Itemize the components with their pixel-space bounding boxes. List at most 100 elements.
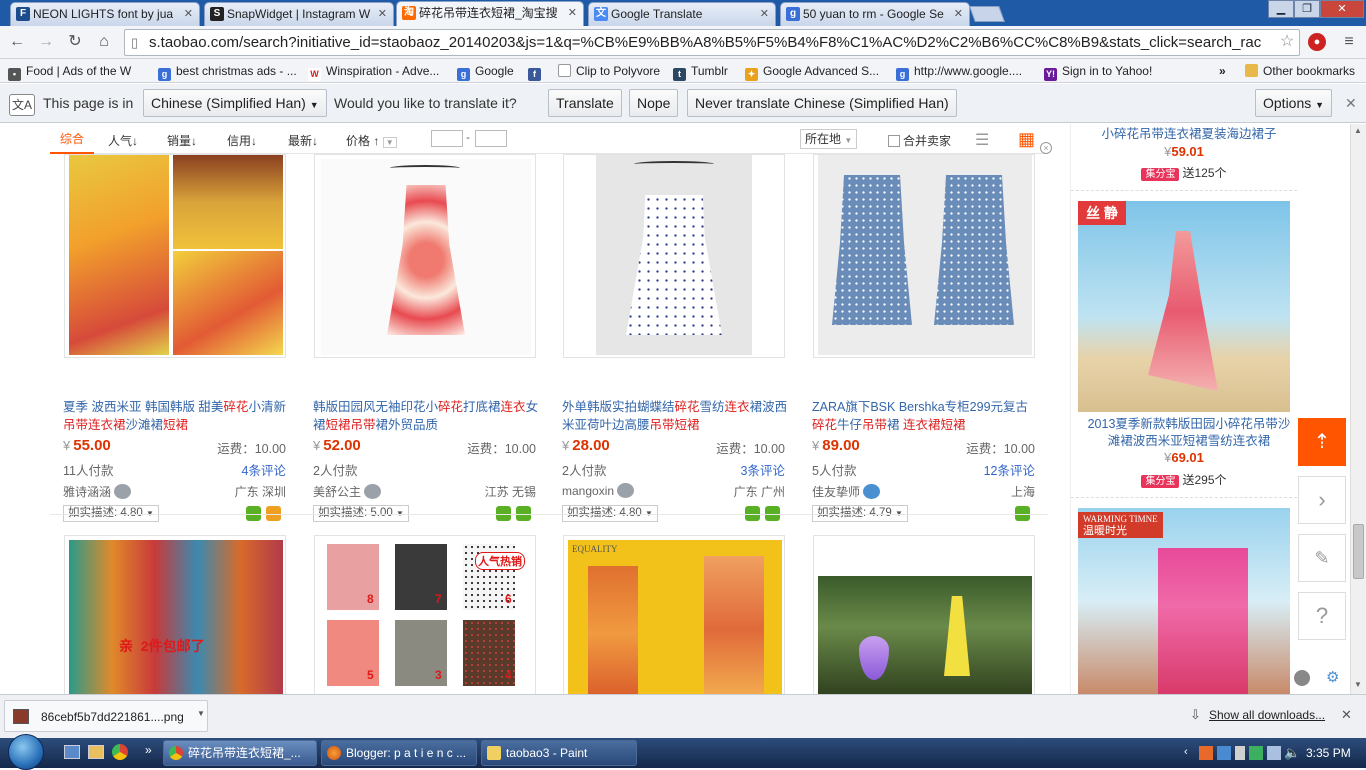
- chrome-icon[interactable]: [112, 744, 128, 760]
- bookmark-google-url[interactable]: g http://www.google....: [896, 60, 1022, 82]
- seller-name[interactable]: 美舒公主: [313, 483, 382, 500]
- close-icon[interactable]: ×: [1040, 142, 1052, 154]
- price-min-input[interactable]: [431, 130, 463, 147]
- sort-credit[interactable]: 信用↓: [227, 132, 257, 149]
- grid-view-icon[interactable]: ▦: [1018, 129, 1035, 150]
- network-icon[interactable]: [1267, 746, 1281, 760]
- adblock-icon[interactable]: ●: [1306, 31, 1328, 53]
- address-bar[interactable]: ▯ s.taobao.com/search?initiative_id=stao…: [124, 29, 1300, 56]
- bookmark-winspiration[interactable]: W Winspiration - Adve...: [308, 60, 439, 82]
- show-desktop-icon[interactable]: [64, 745, 80, 759]
- product-image[interactable]: [813, 154, 1035, 358]
- menu-icon[interactable]: ≡: [1338, 32, 1360, 54]
- new-tab-button[interactable]: [969, 6, 1005, 22]
- scroll-up-icon[interactable]: ▲: [1354, 126, 1362, 135]
- chevron-down-icon[interactable]: ▼: [197, 709, 205, 718]
- bookmark-tumblr[interactable]: t Tumblr: [673, 60, 728, 82]
- language-select[interactable]: Chinese (Simplified Han) ▼: [143, 89, 327, 117]
- bookmark-clip-to-polyvore[interactable]: Clip to Polyvore: [558, 60, 660, 82]
- tray-app-icon[interactable]: [1217, 746, 1231, 760]
- bookmark-google-advanced[interactable]: ✦ Google Advanced S...: [745, 60, 879, 82]
- scroll-down-icon[interactable]: ▼: [1354, 680, 1362, 689]
- close-download-shelf-icon[interactable]: ✕: [1341, 707, 1352, 723]
- merge-sellers-checkbox[interactable]: 合并卖家: [888, 132, 951, 149]
- browser-tab-google-search[interactable]: g 50 yuan to rm - Google Se ✕: [780, 2, 970, 26]
- close-tab-icon[interactable]: ✕: [184, 3, 193, 25]
- page-scrollbar[interactable]: ▲ ▼: [1350, 124, 1366, 694]
- location-select[interactable]: 所在地 ▼: [800, 129, 858, 149]
- close-tab-icon[interactable]: ✕: [954, 3, 963, 25]
- taskbar-item-chrome[interactable]: 碎花吊带连衣短裙_...: [163, 740, 317, 766]
- review-count-link[interactable]: 12条评论: [984, 460, 1035, 479]
- close-tab-icon[interactable]: ✕: [760, 3, 769, 25]
- reload-icon[interactable]: ↻: [64, 32, 86, 54]
- product-image[interactable]: [314, 154, 536, 358]
- wangwang-icon[interactable]: [114, 484, 132, 499]
- wangwang-icon[interactable]: [617, 483, 635, 498]
- product-image[interactable]: [64, 154, 286, 358]
- rec-image[interactable]: WARMING TIMNE 温暖时光: [1078, 508, 1290, 694]
- product-image[interactable]: [813, 535, 1035, 694]
- next-arrow-button[interactable]: ›: [1298, 476, 1346, 524]
- product-title[interactable]: 外单韩版实拍蝴蝶结碎花雪纺连衣裙波西米亚荷叶边高腰吊带短裙: [562, 398, 790, 434]
- taskbar-item-paint[interactable]: taobao3 - Paint: [481, 740, 637, 766]
- back-icon[interactable]: ←: [6, 32, 28, 54]
- minimize-icon[interactable]: ▁: [1268, 0, 1294, 18]
- feedback-edit-button[interactable]: ✎: [1298, 534, 1346, 582]
- file-explorer-icon[interactable]: [88, 745, 104, 759]
- tray-app-icon[interactable]: [1199, 746, 1213, 760]
- tray-app-icon[interactable]: [1249, 746, 1263, 760]
- wangwang-icon[interactable]: [1294, 670, 1310, 686]
- close-window-icon[interactable]: ✕: [1320, 0, 1364, 18]
- browser-tab-neon-lights[interactable]: F NEON LIGHTS font by jua ✕: [10, 2, 200, 26]
- close-tab-icon[interactable]: ✕: [378, 3, 387, 25]
- scrollbar-thumb[interactable]: [1353, 524, 1364, 579]
- sort-newest[interactable]: 最新↓: [288, 132, 318, 149]
- bookmark-facebook[interactable]: f: [528, 60, 546, 82]
- close-infobar-icon[interactable]: ✕: [1345, 95, 1357, 112]
- windows-start-button[interactable]: [8, 734, 44, 770]
- sort-popularity[interactable]: 人气↓: [108, 132, 138, 149]
- product-image[interactable]: [563, 154, 785, 358]
- help-button[interactable]: ?: [1298, 592, 1346, 640]
- never-translate-button[interactable]: Never translate Chinese (Simplified Han): [687, 89, 957, 117]
- review-count-link[interactable]: 3条评论: [741, 460, 785, 479]
- bookmark-google[interactable]: g Google: [457, 60, 514, 82]
- sort-all-tab[interactable]: 综合: [50, 124, 94, 154]
- product-title[interactable]: ZARA旗下BSK Bershka专柜299元复古碎花牛仔吊带裙 连衣裙短裙: [812, 398, 1040, 434]
- product-image[interactable]: EQUALITY: [563, 535, 785, 694]
- forward-icon[interactable]: →: [35, 32, 57, 54]
- gear-icon[interactable]: ⚙: [1326, 668, 1339, 686]
- bookmark-food-ads[interactable]: ▪ Food | Ads of the W: [8, 60, 131, 82]
- review-count-link[interactable]: 4条评论: [242, 460, 286, 479]
- show-all-downloads-link[interactable]: Show all downloads...: [1209, 708, 1325, 722]
- seller-name[interactable]: mangoxin: [562, 483, 635, 498]
- back-to-top-button[interactable]: ⇡: [1298, 418, 1346, 466]
- clock-time[interactable]: 3:35 PM: [1306, 746, 1351, 760]
- rec-title[interactable]: 小碎花吊带连衣裙夏装海边裙子: [1083, 126, 1295, 143]
- translate-button[interactable]: Translate: [548, 89, 622, 117]
- rec-title[interactable]: 2013夏季新款韩版田园小碎花吊带沙滩裙波西米亚短裙雪纺连衣裙: [1083, 416, 1295, 450]
- options-button[interactable]: Options ▼: [1255, 89, 1333, 117]
- more-bookmarks-icon[interactable]: »: [1219, 60, 1226, 82]
- browser-tab-google-translate[interactable]: 文 Google Translate ✕: [588, 2, 776, 26]
- product-title[interactable]: 韩版田园风无袖印花小碎花打底裙连衣女裙短裙吊带裙外贸品质: [313, 398, 541, 434]
- sort-sales[interactable]: 销量↓: [167, 132, 197, 149]
- download-item[interactable]: 86cebf5b7dd221861....png ▼: [4, 700, 208, 732]
- taskbar-item-firefox[interactable]: Blogger: p a t i e n c ...: [321, 740, 477, 766]
- list-view-icon[interactable]: ☰: [975, 130, 989, 150]
- tray-expand-icon[interactable]: ‹: [1184, 746, 1188, 758]
- product-image[interactable]: 亲 2件包邮了: [64, 535, 286, 694]
- bookmark-christmas-ads[interactable]: g best christmas ads - ...: [158, 60, 297, 82]
- volume-icon[interactable]: 🔈: [1284, 745, 1300, 761]
- tray-app-icon[interactable]: [1235, 746, 1245, 760]
- product-image[interactable]: 人气热销 8 7 6 5 3 4: [314, 535, 536, 694]
- bookmark-yahoo[interactable]: Y! Sign in to Yahoo!: [1044, 60, 1152, 82]
- browser-tab-snapwidget[interactable]: S SnapWidget | Instagram W ✕: [204, 2, 394, 26]
- seller-name[interactable]: 雅诗涵涵: [63, 483, 132, 500]
- nope-button[interactable]: Nope: [629, 89, 679, 117]
- star-icon[interactable]: ☆: [1276, 32, 1298, 54]
- close-tab-icon[interactable]: ✕: [568, 2, 577, 24]
- wangwang-icon[interactable]: [364, 484, 382, 499]
- browser-tab-taobao[interactable]: 淘 碎花吊带连衣短裙_淘宝搜 ✕: [396, 1, 584, 26]
